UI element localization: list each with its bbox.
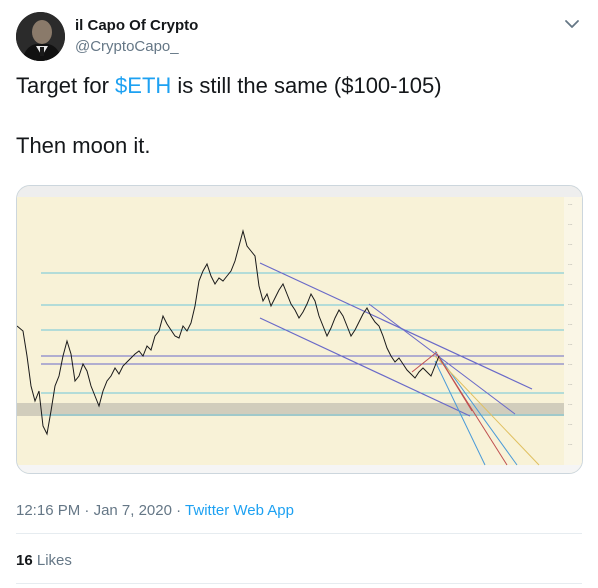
tweet-text-suffix: is still the same ($100-105) — [171, 73, 442, 98]
svg-text:---: --- — [568, 242, 573, 247]
tweet-date[interactable]: Jan 7, 2020 — [94, 502, 172, 519]
author-handle[interactable]: @CryptoCapo_ — [75, 38, 179, 55]
tweet-meta: 12:16 PM · Jan 7, 2020 · Twitter Web App — [16, 502, 294, 519]
likes-label: Likes — [36, 552, 72, 569]
avatar[interactable] — [16, 12, 65, 61]
tweet-text-line-2: Then moon it. — [16, 133, 151, 158]
likes-count[interactable]: 16 Likes — [16, 552, 72, 569]
meta-separator: · — [171, 502, 186, 519]
svg-text:---: --- — [568, 382, 573, 387]
tweet-text-line-1: Target for $ETH is still the same ($100-… — [16, 72, 442, 100]
svg-text:---: --- — [568, 322, 573, 327]
svg-text:---: --- — [568, 442, 573, 447]
svg-text:---: --- — [568, 222, 573, 227]
chevron-down-icon[interactable] — [562, 14, 582, 34]
divider — [16, 533, 582, 534]
author-name[interactable]: il Capo Of Crypto — [75, 17, 198, 34]
svg-text:---: --- — [568, 342, 573, 347]
svg-text:---: --- — [568, 202, 573, 207]
svg-text:---: --- — [568, 262, 573, 267]
tweet: il Capo Of Crypto @CryptoCapo_ Target fo… — [0, 0, 598, 588]
divider — [16, 583, 582, 584]
svg-text:---: --- — [568, 422, 573, 427]
svg-text:---: --- — [568, 302, 573, 307]
tweet-header: il Capo Of Crypto @CryptoCapo_ — [16, 12, 582, 62]
cashtag-link[interactable]: $ETH — [115, 73, 171, 98]
tweet-time[interactable]: 12:16 PM — [16, 502, 80, 519]
source-app-link[interactable]: Twitter Web App — [185, 502, 294, 519]
svg-text:---: --- — [568, 362, 573, 367]
likes-number: 16 — [16, 552, 33, 569]
svg-text:---: --- — [568, 282, 573, 287]
meta-separator: · — [80, 502, 94, 519]
chart-graphic: --------- --------- --------- --------- … — [17, 186, 582, 473]
tweet-text-prefix: Target for — [16, 73, 116, 98]
chart-image[interactable]: --- --- --- --- --- --- --- --- --- --- --- --- … — [16, 185, 583, 474]
svg-text:---: --- — [568, 402, 573, 407]
